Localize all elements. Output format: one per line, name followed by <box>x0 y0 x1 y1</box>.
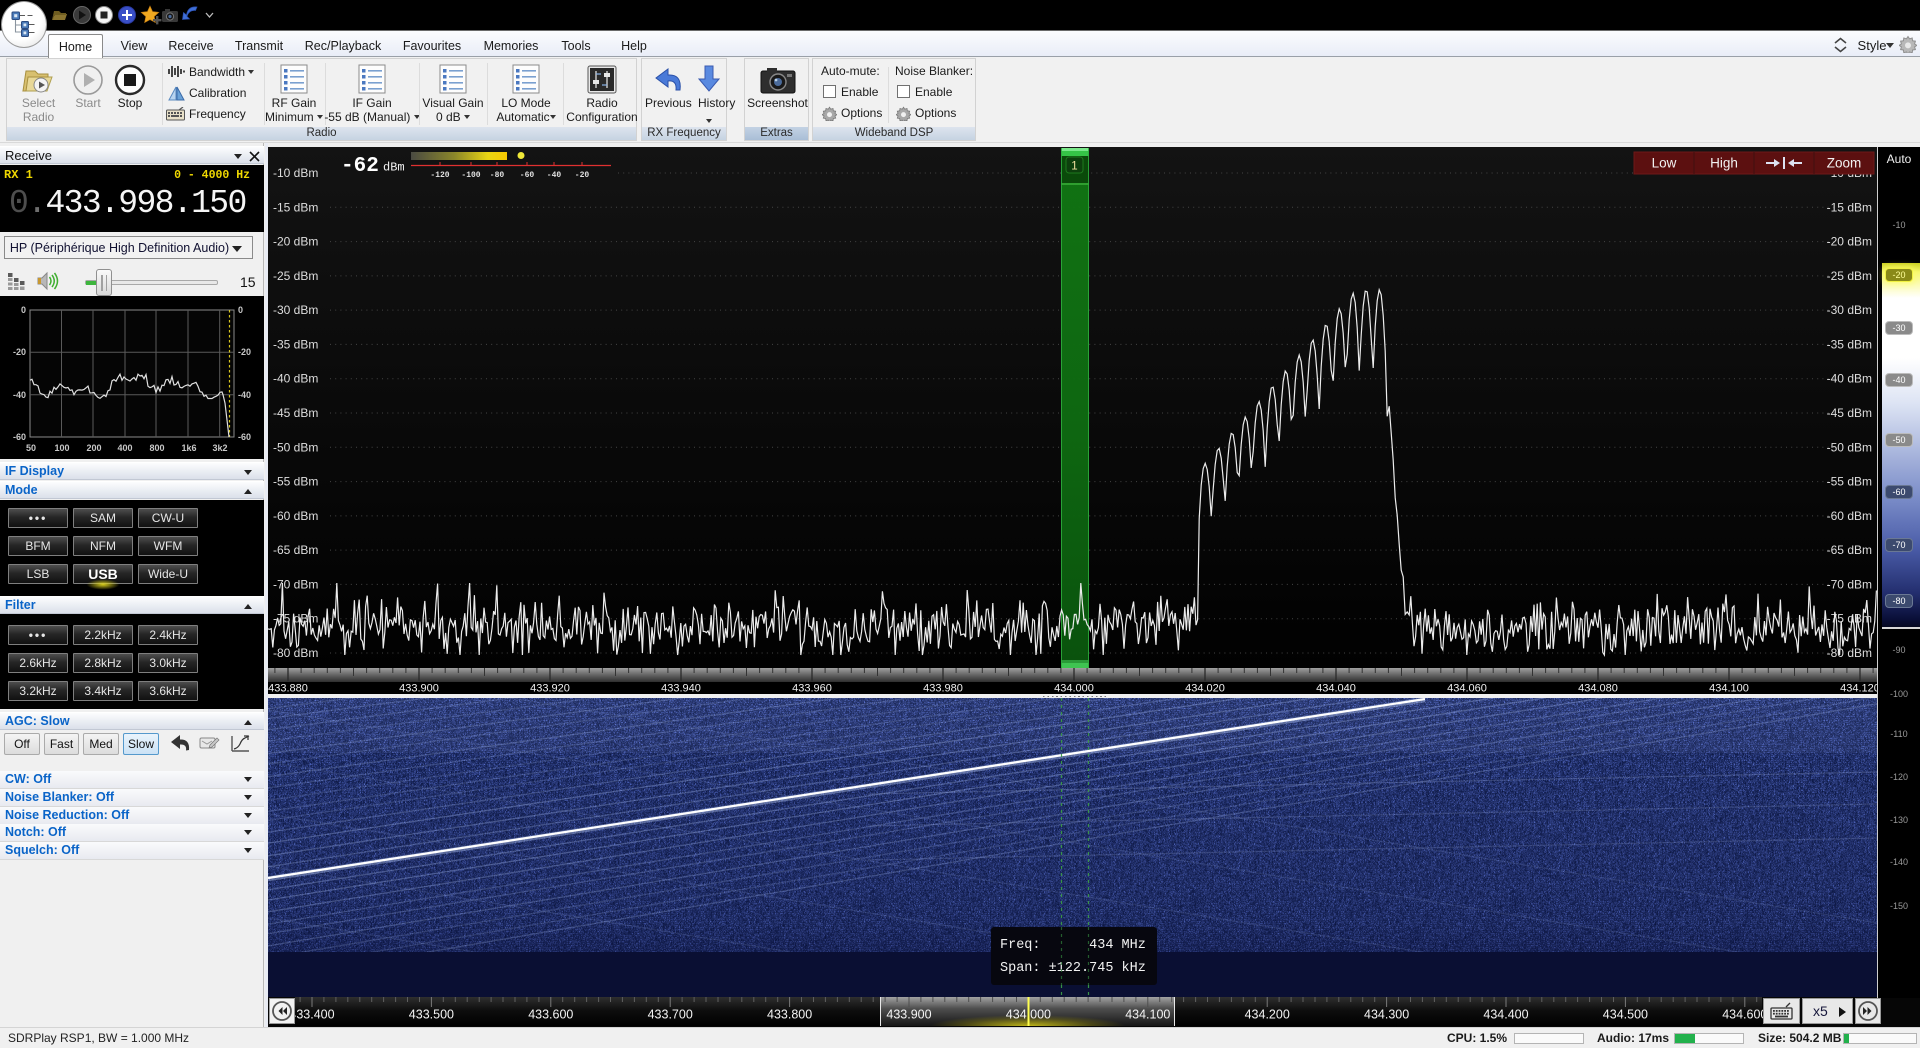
svg-text:0: 0 <box>238 305 243 315</box>
svg-text:-30 dBm: -30 dBm <box>1827 303 1872 317</box>
svg-text:-100: -100 <box>461 171 480 180</box>
svg-text:-55 dBm: -55 dBm <box>1827 475 1872 489</box>
svg-text:-40: -40 <box>547 171 562 180</box>
svg-text:400: 400 <box>117 443 132 453</box>
svg-text:433.700: 433.700 <box>648 1008 693 1022</box>
svg-text:1: 1 <box>1071 161 1077 173</box>
svg-text:-70 dBm: -70 dBm <box>273 577 318 591</box>
svg-text:dBm: dBm <box>383 161 405 175</box>
svg-text:434.100: 434.100 <box>1709 683 1749 695</box>
svg-text:433.900: 433.900 <box>886 1008 931 1022</box>
svg-text:-20: -20 <box>13 347 26 357</box>
svg-text:433.400: 433.400 <box>289 1008 334 1022</box>
svg-text:0: 0 <box>21 305 26 315</box>
svg-text:434.600: 434.600 <box>1722 1008 1767 1022</box>
svg-text:434.060: 434.060 <box>1447 683 1487 695</box>
svg-text:-60 dBm: -60 dBm <box>273 509 318 523</box>
svg-text:800: 800 <box>149 443 164 453</box>
svg-text:3k2: 3k2 <box>212 443 227 453</box>
svg-text:434.020: 434.020 <box>1185 683 1225 695</box>
svg-text:-25 dBm: -25 dBm <box>1827 269 1872 283</box>
svg-text:-10 dBm: -10 dBm <box>273 166 318 180</box>
svg-text:Zoom: Zoom <box>1827 156 1862 171</box>
svg-text:-60 dBm: -60 dBm <box>1827 509 1872 523</box>
svg-text:-120: -120 <box>430 171 449 180</box>
svg-text:433.600: 433.600 <box>528 1008 573 1022</box>
svg-text:-20 dBm: -20 dBm <box>273 235 318 249</box>
svg-text:433.980: 433.980 <box>923 683 963 695</box>
svg-text:-80: -80 <box>490 171 505 180</box>
svg-text:-80 dBm: -80 dBm <box>273 646 318 660</box>
svg-text:50: 50 <box>26 443 36 453</box>
svg-text:-70 dBm: -70 dBm <box>1827 577 1872 591</box>
svg-text:-45 dBm: -45 dBm <box>1827 406 1872 420</box>
svg-text:-60: -60 <box>520 171 535 180</box>
svg-text:434.000: 434.000 <box>1054 683 1094 695</box>
svg-text:200: 200 <box>86 443 101 453</box>
svg-text:433.500: 433.500 <box>409 1008 454 1022</box>
svg-text:-50 dBm: -50 dBm <box>273 440 318 454</box>
svg-text:-20: -20 <box>238 347 251 357</box>
svg-text:-35 dBm: -35 dBm <box>1827 337 1872 351</box>
svg-text:434.400: 434.400 <box>1483 1008 1528 1022</box>
svg-text:433.920: 433.920 <box>530 683 570 695</box>
svg-text:-55 dBm: -55 dBm <box>273 475 318 489</box>
svg-text:-25 dBm: -25 dBm <box>273 269 318 283</box>
svg-text:-20 dBm: -20 dBm <box>1827 235 1872 249</box>
svg-text:High: High <box>1710 156 1738 171</box>
svg-text:-15 dBm: -15 dBm <box>1827 200 1872 214</box>
svg-text:434.200: 434.200 <box>1245 1008 1290 1022</box>
svg-text:433.940: 433.940 <box>661 683 701 695</box>
svg-text:1k6: 1k6 <box>181 443 196 453</box>
svg-text:433.880: 433.880 <box>268 683 308 695</box>
svg-text:-65 dBm: -65 dBm <box>1827 543 1872 557</box>
svg-text:-75 dBm: -75 dBm <box>1827 612 1872 626</box>
svg-text:-40 dBm: -40 dBm <box>273 372 318 386</box>
svg-text:100: 100 <box>54 443 69 453</box>
svg-text:-50 dBm: -50 dBm <box>1827 440 1872 454</box>
svg-text:-65 dBm: -65 dBm <box>273 543 318 557</box>
svg-text:-62: -62 <box>341 155 379 178</box>
svg-text:-40: -40 <box>13 390 26 400</box>
svg-text:-60: -60 <box>13 432 26 442</box>
svg-text:-20: -20 <box>575 171 590 180</box>
svg-text:434.120: 434.120 <box>1840 683 1877 695</box>
svg-text:433.900: 433.900 <box>399 683 439 695</box>
svg-text:-40 dBm: -40 dBm <box>1827 372 1872 386</box>
svg-text:-45 dBm: -45 dBm <box>273 406 318 420</box>
svg-text:434.040: 434.040 <box>1316 683 1356 695</box>
svg-text:433.800: 433.800 <box>767 1008 812 1022</box>
svg-text:434.300: 434.300 <box>1364 1008 1409 1022</box>
svg-text:Low: Low <box>1652 156 1677 171</box>
svg-text:-40: -40 <box>238 390 251 400</box>
svg-text:-35 dBm: -35 dBm <box>273 337 318 351</box>
svg-text:434.100: 434.100 <box>1125 1008 1170 1022</box>
svg-text:-30 dBm: -30 dBm <box>273 303 318 317</box>
svg-text:-80 dBm: -80 dBm <box>1827 646 1872 660</box>
svg-text:434.500: 434.500 <box>1603 1008 1648 1022</box>
svg-text:434.080: 434.080 <box>1578 683 1618 695</box>
svg-text:-60: -60 <box>238 432 251 442</box>
svg-text:-75 dBm: -75 dBm <box>273 612 318 626</box>
svg-text:-15 dBm: -15 dBm <box>273 200 318 214</box>
svg-text:433.960: 433.960 <box>792 683 832 695</box>
